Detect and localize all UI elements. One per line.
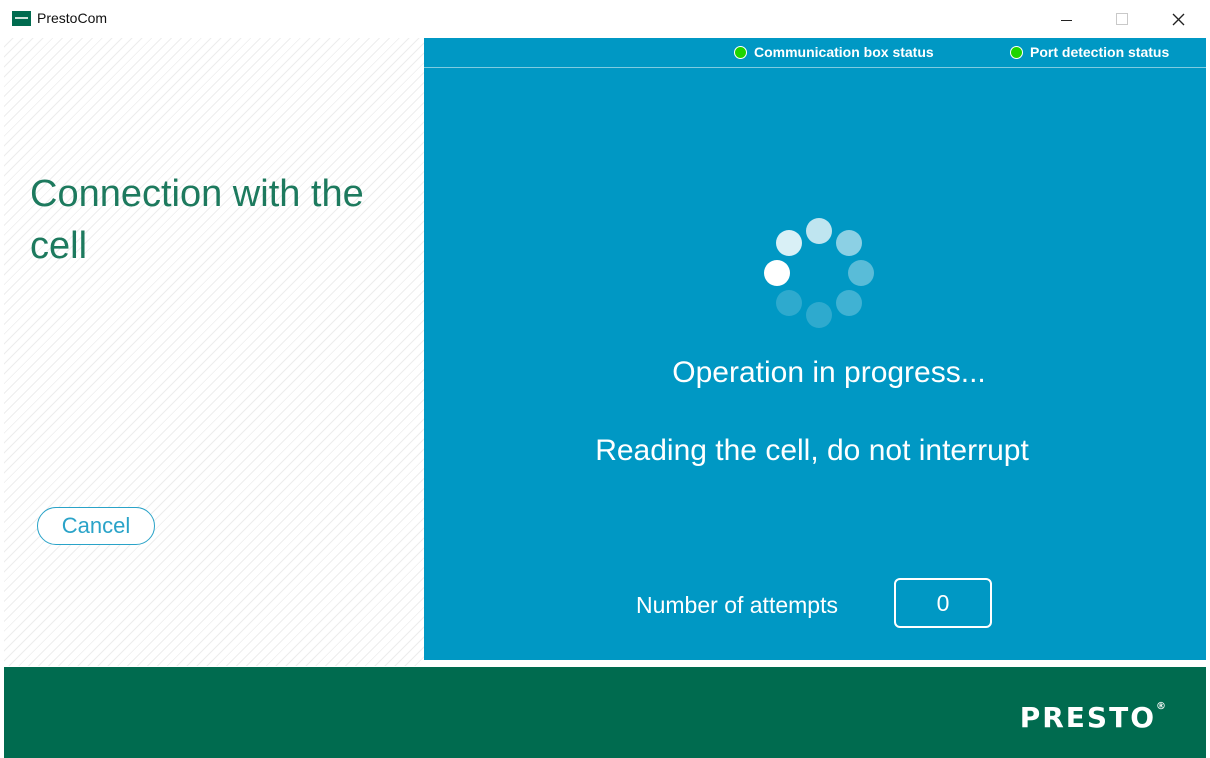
window-titlebar: PrestoCom xyxy=(0,0,1210,38)
maximize-button[interactable] xyxy=(1094,0,1150,38)
registered-mark: ® xyxy=(1156,701,1166,712)
minimize-icon xyxy=(1060,19,1072,21)
status-label: Port detection status xyxy=(1030,44,1170,60)
page-title: Connection with the cell xyxy=(30,173,364,267)
spinner-dot xyxy=(776,290,802,316)
status-label: Communication box status xyxy=(754,44,934,60)
cancel-button[interactable]: Cancel xyxy=(37,507,155,545)
spinner-dot xyxy=(776,230,802,256)
close-icon xyxy=(1172,13,1184,25)
left-panel: Connection with the cell Cancel xyxy=(4,38,424,666)
window-title: PrestoCom xyxy=(37,10,108,26)
operation-panel: Communication box status Port detection … xyxy=(424,38,1206,660)
communication-box-status: Communication box status xyxy=(734,44,934,60)
status-bar: Communication box status Port detection … xyxy=(424,38,1206,68)
spinner-dot xyxy=(836,290,862,316)
maximize-icon xyxy=(1116,13,1128,25)
app-logo-icon xyxy=(12,11,31,26)
status-ok-icon xyxy=(1010,45,1023,59)
spinner-dot xyxy=(764,260,790,286)
presto-logo: PRESTO® xyxy=(1020,701,1166,734)
spinner-dot xyxy=(836,230,862,256)
brand-name: PRESTO xyxy=(1019,701,1156,734)
spinner-dot xyxy=(806,218,832,244)
port-detection-status: Port detection status xyxy=(1010,44,1169,60)
close-button[interactable] xyxy=(1150,0,1206,38)
spinner-dot xyxy=(806,302,832,328)
spinner-dot xyxy=(848,260,874,286)
operation-status-text: Operation in progress... xyxy=(672,356,986,389)
status-ok-icon xyxy=(734,45,747,59)
operation-detail-text: Reading the cell, do not interrupt xyxy=(595,434,1029,467)
minimize-button[interactable] xyxy=(1038,0,1094,38)
footer-bar: PRESTO® xyxy=(4,667,1206,758)
attempts-count-field: 0 xyxy=(894,578,992,628)
loading-spinner-icon xyxy=(764,218,874,328)
attempts-label: Number of attempts xyxy=(636,592,838,618)
